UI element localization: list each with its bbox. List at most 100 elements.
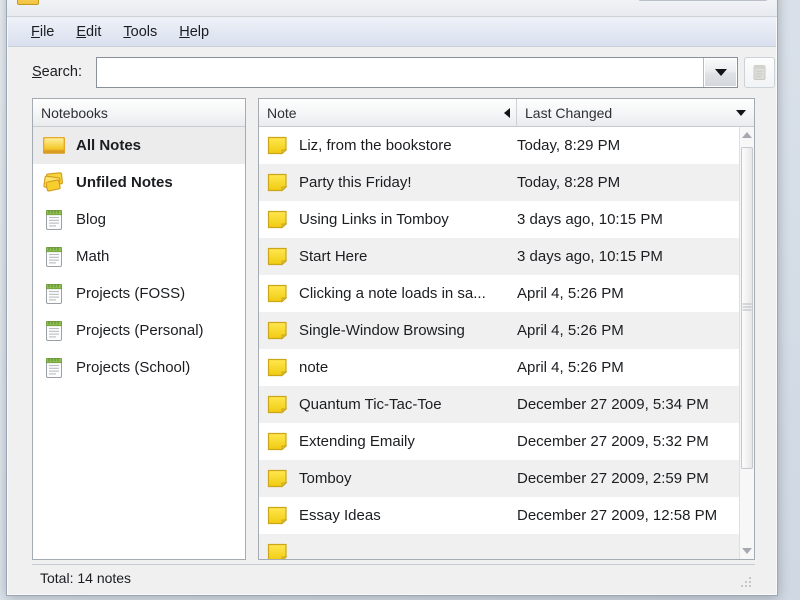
- note-icon: [267, 136, 289, 156]
- note-last-changed: December 27 2009, 5:34 PM: [517, 396, 709, 413]
- search-label-rest: earch:: [41, 64, 82, 80]
- note-title: Essay Ideas: [299, 507, 381, 524]
- pane-splitter[interactable]: [246, 98, 258, 560]
- notebook-icon: [46, 357, 62, 378]
- notebooks-list[interactable]: All Notes Unfiled Notes Blog Math Projec…: [33, 127, 245, 559]
- note-icon: [267, 210, 289, 230]
- scroll-up-button[interactable]: [740, 127, 754, 143]
- note-icon: [267, 543, 289, 559]
- minimize-button[interactable]: [637, 0, 681, 1]
- note-row[interactable]: Tomboy December 27 2009, 2:59 PM: [259, 460, 739, 497]
- note-title: Clicking a note loads in sa...: [299, 285, 486, 302]
- column-header-last-changed-label: Last Changed: [525, 104, 613, 121]
- column-header-note-label: Note: [267, 104, 297, 121]
- note-row[interactable]: note April 4, 5:26 PM: [259, 349, 739, 386]
- resize-grip-icon[interactable]: [739, 575, 753, 589]
- notebook-item[interactable]: Projects (Personal): [33, 312, 245, 349]
- scroll-up-icon: [742, 132, 752, 138]
- notebook-icon: [46, 283, 62, 304]
- client-area: Search: Notebooks All Notes Unfiled Note…: [8, 47, 776, 594]
- notebook-item[interactable]: All Notes: [33, 127, 245, 164]
- note-row[interactable]: [259, 534, 739, 559]
- notebook-item-label: Unfiled Notes: [76, 174, 173, 191]
- menu-edit[interactable]: Edit: [65, 21, 112, 43]
- search-label-mnemonic: S: [32, 64, 42, 80]
- notebook-item-label: Projects (FOSS): [76, 285, 186, 302]
- notebook-item-label: Projects (Personal): [76, 322, 204, 339]
- note-row[interactable]: Single-Window Browsing April 4, 5:26 PM: [259, 312, 739, 349]
- notebook-item[interactable]: Math: [33, 238, 245, 275]
- note-icon: [267, 247, 288, 266]
- note-row[interactable]: Quantum Tic-Tac-Toe December 27 2009, 5:3…: [259, 386, 739, 423]
- search-toolbar: Search:: [8, 47, 776, 98]
- close-button[interactable]: [725, 0, 769, 1]
- notebook-item[interactable]: Unfiled Notes: [33, 164, 245, 201]
- note-title: Start Here: [299, 248, 368, 265]
- notes-list[interactable]: Liz, from the bookstore Today, 8:29 PM Pa…: [259, 127, 739, 559]
- note-title: Quantum Tic-Tac-Toe: [299, 396, 442, 413]
- note-icon: [267, 247, 289, 267]
- menu-tools-mnemonic: T: [123, 24, 131, 40]
- note-last-changed: December 27 2009, 12:58 PM: [517, 507, 718, 524]
- chevron-down-icon: [714, 69, 727, 76]
- note-row[interactable]: Start Here 3 days ago, 10:15 PM: [259, 238, 739, 275]
- note-last-changed: 3 days ago, 10:15 PM: [517, 248, 663, 265]
- notebook-icon: [46, 246, 62, 267]
- note-title: Extending Emaily: [299, 433, 415, 450]
- notebook-tool-button[interactable]: [744, 57, 775, 88]
- desktop-background: Search All Notes File Edit Tools Help Se…: [0, 0, 800, 600]
- all-notes-icon: [43, 136, 65, 154]
- menu-file-mnemonic: F: [31, 24, 40, 40]
- note-icon: [267, 432, 289, 452]
- scroll-down-button[interactable]: [740, 543, 754, 559]
- notes-pane: Note Last Changed Liz, from the bookstor…: [258, 98, 755, 560]
- note-title: Single-Window Browsing: [299, 322, 465, 339]
- column-header-note[interactable]: Note: [259, 99, 517, 126]
- notebook-icon: [41, 207, 67, 233]
- note-icon: [267, 395, 288, 414]
- note-row[interactable]: Liz, from the bookstore Today, 8:29 PM: [259, 127, 739, 164]
- note-row[interactable]: Party this Friday! Today, 8:28 PM: [259, 164, 739, 201]
- note-last-changed: December 27 2009, 5:32 PM: [517, 433, 709, 450]
- notebook-item[interactable]: Blog: [33, 201, 245, 238]
- notebook-icon: [41, 281, 67, 307]
- notes-table-header: Note Last Changed: [259, 99, 754, 127]
- notebook-icon: [753, 65, 766, 80]
- note-row[interactable]: Extending Emaily December 27 2009, 5:32 P…: [259, 423, 739, 460]
- note-icon: [267, 210, 288, 229]
- note-icon: [267, 543, 288, 559]
- window-controls[interactable]: [637, 0, 769, 1]
- menu-help[interactable]: Help: [168, 21, 220, 43]
- note-icon: [267, 136, 288, 155]
- note-title: Tomboy: [299, 470, 352, 487]
- note-row[interactable]: Using Links in Tomboy 3 days ago, 10:15 P…: [259, 201, 739, 238]
- menu-file[interactable]: File: [20, 21, 65, 43]
- note-title: Liz, from the bookstore: [299, 137, 452, 154]
- window-title: Search All Notes: [45, 0, 164, 1]
- notebook-icon: [41, 318, 67, 344]
- note-row[interactable]: Essay Ideas December 27 2009, 12:58 PM: [259, 497, 739, 534]
- notebook-item-label: Blog: [76, 211, 107, 228]
- note-last-changed: December 27 2009, 2:59 PM: [517, 470, 709, 487]
- maximize-button[interactable]: [681, 0, 725, 1]
- search-combobox[interactable]: [96, 57, 738, 88]
- search-history-dropdown-button[interactable]: [703, 58, 737, 87]
- window-titlebar[interactable]: Search All Notes: [7, 0, 777, 17]
- note-icon: [267, 358, 288, 377]
- note-last-changed: April 4, 5:26 PM: [517, 359, 624, 376]
- column-header-last-changed[interactable]: Last Changed: [517, 99, 754, 126]
- notebook-item[interactable]: Projects (School): [33, 349, 245, 386]
- scrollbar-thumb[interactable]: [741, 147, 753, 469]
- notes-vertical-scrollbar[interactable]: [739, 127, 754, 559]
- unfiled-notes-icon: [41, 170, 67, 196]
- note-last-changed: 3 days ago, 10:15 PM: [517, 211, 663, 228]
- note-icon: [267, 506, 289, 526]
- menu-tools-label: ools: [130, 24, 158, 40]
- notebook-item[interactable]: Projects (FOSS): [33, 275, 245, 312]
- note-row[interactable]: Clicking a note loads in sa... April 4, 5…: [259, 275, 739, 312]
- notebook-icon: [46, 320, 62, 341]
- note-icon: [267, 358, 289, 378]
- search-input[interactable]: [97, 58, 703, 87]
- menu-tools[interactable]: Tools: [112, 21, 168, 43]
- menubar: File Edit Tools Help: [8, 18, 776, 47]
